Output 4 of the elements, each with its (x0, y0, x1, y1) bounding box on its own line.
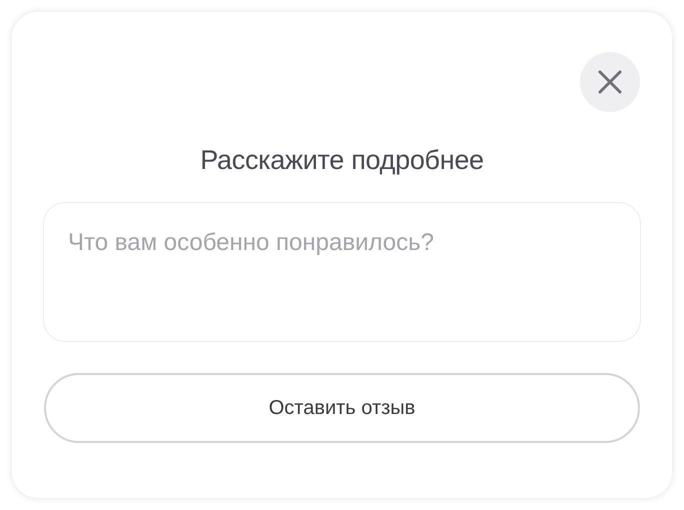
submit-button[interactable]: Оставить отзыв (44, 373, 640, 443)
close-icon (598, 70, 622, 94)
dialog-title: Расскажите подробнее (199, 144, 485, 177)
feedback-field[interactable]: Что вам особенно понравилось? (43, 202, 641, 342)
